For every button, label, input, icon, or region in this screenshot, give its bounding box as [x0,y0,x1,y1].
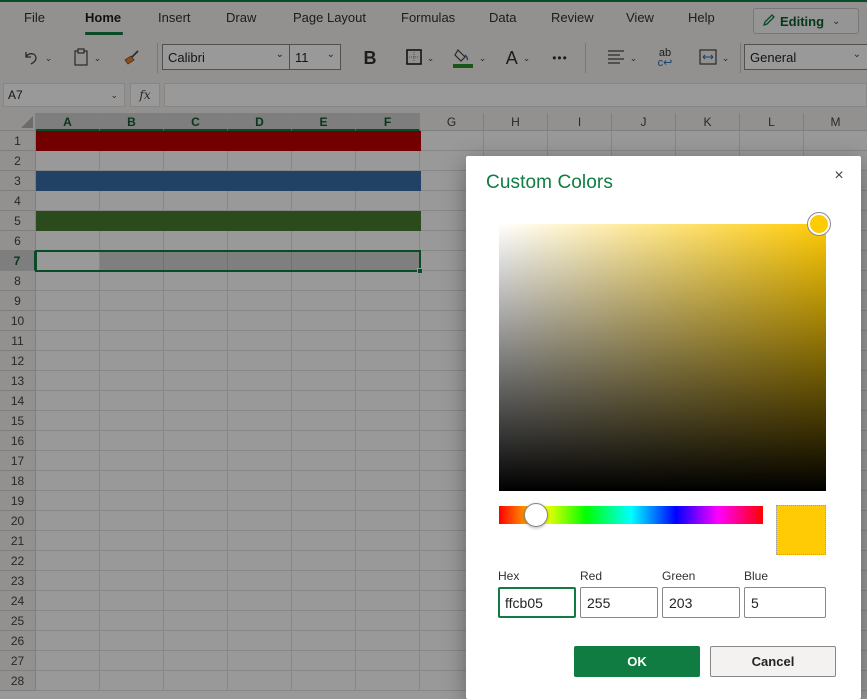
color-picker-thumb[interactable] [808,213,831,235]
excel-app: File Home Insert Draw Page Layout Formul… [0,0,867,699]
green-input[interactable] [662,587,740,618]
red-field: Red [580,569,658,618]
hex-label: Hex [498,569,520,583]
brightness-gradient [499,224,826,491]
blue-field: Blue [744,569,826,618]
red-input[interactable] [580,587,658,618]
cancel-button[interactable]: Cancel [710,646,836,677]
hex-input[interactable] [498,587,576,618]
green-field: Green [662,569,740,618]
custom-colors-dialog: Custom Colors × Hex Red Green Blue OK C [466,156,861,699]
red-label: Red [580,569,603,583]
blue-input[interactable] [744,587,826,618]
close-button[interactable]: × [829,166,849,186]
hex-field: Hex [498,569,576,618]
green-label: Green [662,569,696,583]
color-preview-swatch [776,505,826,555]
ok-button[interactable]: OK [574,646,700,677]
hue-slider-thumb[interactable] [524,503,549,527]
close-icon: × [834,167,844,184]
dialog-title: Custom Colors [486,172,613,193]
hue-slider[interactable] [499,503,763,527]
blue-label: Blue [744,569,769,583]
saturation-brightness-picker[interactable] [499,213,831,491]
